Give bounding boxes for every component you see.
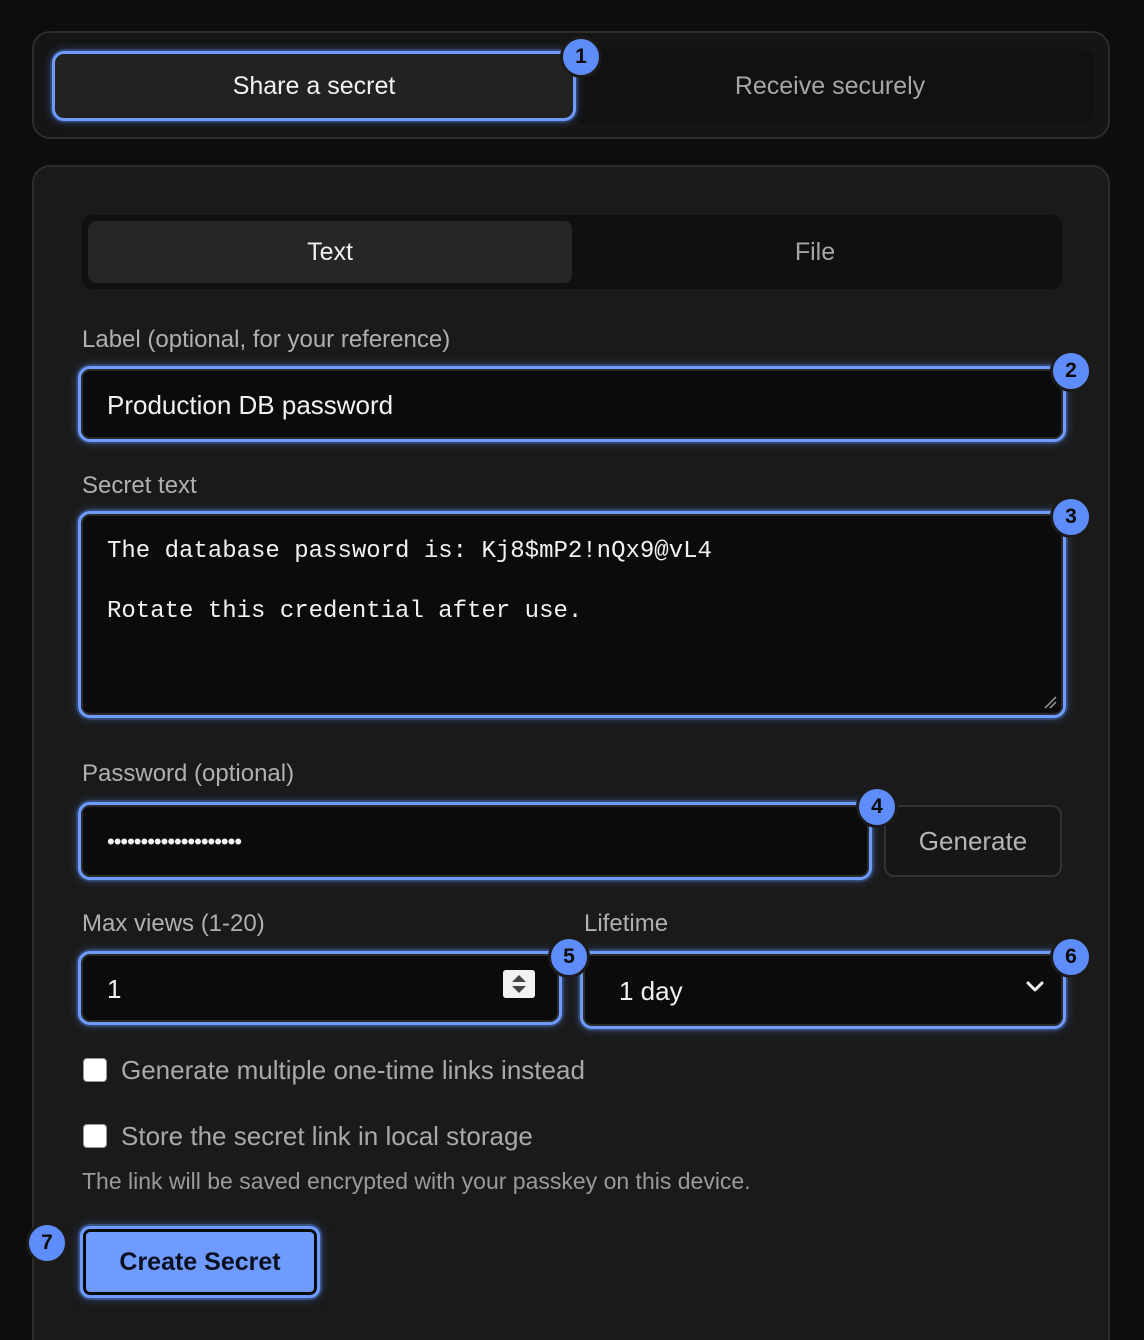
tab-file-label: File <box>794 237 836 266</box>
tab-share-secret-label: Share a secret <box>232 71 396 100</box>
secret-text-label: Secret text <box>82 472 197 499</box>
generate-password-button[interactable]: Generate <box>884 805 1062 877</box>
annotation-badge-5: 5 <box>548 936 590 978</box>
password-input[interactable]: •••••••••••••••••••• <box>78 802 872 880</box>
max-views-input[interactable]: 1 <box>78 951 562 1025</box>
app-root: Share a secret Receive securely 1 Text F… <box>0 0 1144 1340</box>
tab-file[interactable]: File <box>574 221 1056 283</box>
generate-password-label: Generate <box>918 825 1028 856</box>
number-stepper-icon[interactable] <box>503 970 535 998</box>
resize-grip-icon[interactable] <box>1043 695 1057 709</box>
tab-receive-securely-label: Receive securely <box>734 71 926 100</box>
secret-line-3: Rotate this credential after use. <box>107 598 583 625</box>
store-local-hint: The link will be saved encrypted with yo… <box>82 1168 751 1194</box>
multiple-links-checkbox[interactable] <box>83 1058 107 1082</box>
label-input[interactable]: Production DB password <box>78 366 1066 442</box>
annotation-badge-2: 2 <box>1050 350 1092 392</box>
create-secret-label: Create Secret <box>119 1247 281 1276</box>
password-field-label: Password (optional) <box>82 760 295 787</box>
annotation-badge-4: 4 <box>856 786 898 828</box>
create-secret-button[interactable]: Create Secret <box>80 1226 320 1298</box>
password-input-value: •••••••••••••••••••• <box>107 829 242 854</box>
annotation-badge-6: 6 <box>1050 936 1092 978</box>
chevron-down-icon <box>1026 981 1044 992</box>
max-views-value: 1 <box>107 974 122 1004</box>
annotation-badge-3: 3 <box>1050 496 1092 538</box>
lifetime-select[interactable]: 1 day <box>580 951 1066 1029</box>
label-input-value: Production DB password <box>107 390 394 420</box>
store-local-checkbox[interactable] <box>83 1124 107 1148</box>
secret-line-1: The database password is: Kj8$mP2!nQx9@v… <box>107 538 712 565</box>
store-local-label[interactable]: Store the secret link in local storage <box>121 1121 533 1152</box>
tab-receive-securely[interactable]: Receive securely <box>578 51 1082 121</box>
lifetime-label: Lifetime <box>584 910 669 937</box>
multiple-links-label[interactable]: Generate multiple one-time links instead <box>121 1055 585 1086</box>
max-views-label: Max views (1-20) <box>82 910 265 937</box>
annotation-badge-7: 7 <box>26 1222 68 1264</box>
lifetime-selected-value: 1 day <box>619 976 683 1006</box>
tab-share-secret[interactable]: Share a secret <box>52 51 576 121</box>
annotation-badge-1: 1 <box>560 36 602 78</box>
tab-text[interactable]: Text <box>88 221 572 283</box>
tab-text-label: Text <box>307 237 353 266</box>
label-field-label: Label (optional, for your reference) <box>82 326 451 353</box>
secret-textarea[interactable]: The database password is: Kj8$mP2!nQx9@v… <box>78 511 1066 718</box>
